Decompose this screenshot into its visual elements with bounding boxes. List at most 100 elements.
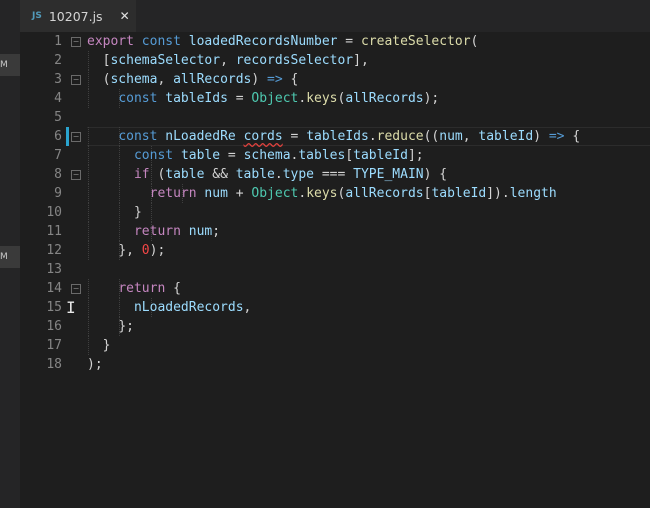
code-line[interactable]: ); — [87, 355, 103, 374]
code-token: return — [118, 281, 166, 296]
code-token: const — [133, 148, 174, 163]
code-editor[interactable]: 1 2 3 4 5 6 7 8 9 10 11 12 13 14 15 16 17 18 − − − − − export… — [20, 32, 650, 508]
line-number: 2 — [54, 53, 62, 68]
code-token: 0 — [141, 243, 150, 258]
code-token: } — [102, 338, 111, 353]
code-token: , — [462, 129, 479, 144]
javascript-file-icon: JS — [32, 11, 42, 21]
code-token: { — [282, 72, 299, 87]
code-token: Object — [251, 186, 299, 201]
code-token: tableIds — [306, 129, 369, 144]
code-token: return — [133, 224, 181, 239]
code-token: loadedRecordsNumber — [188, 34, 338, 49]
text-cursor-icon: I — [66, 298, 76, 317]
code-line[interactable]: } — [87, 336, 111, 355]
code-token: ); — [87, 357, 103, 372]
code-token: keys — [306, 91, 338, 106]
code-token: ( — [470, 34, 479, 49]
code-token: const — [118, 129, 158, 144]
code-token: nLoadedRe — [165, 129, 236, 144]
code-token: schemaSelector — [110, 53, 221, 68]
fold-toggle-icon[interactable]: − — [71, 132, 81, 142]
code-line[interactable]: const tableIds = Object.keys(allRecords)… — [87, 89, 439, 108]
fold-toggle-icon[interactable]: − — [71, 170, 81, 180]
code-line[interactable]: return num + Object.keys(allRecords[tabl… — [87, 184, 557, 203]
line-number: 9 — [54, 186, 62, 201]
code-token: TYPE_MAIN — [353, 167, 424, 182]
sidebar-fragment[interactable]: M — [0, 246, 20, 268]
code-token: ) { — [423, 167, 448, 182]
code-token: , — [157, 72, 174, 87]
code-token: tableId — [353, 148, 408, 163]
code-token: === — [314, 167, 354, 182]
code-token: } — [133, 205, 142, 220]
code-token: tableId — [431, 186, 487, 201]
code-token: num — [188, 224, 213, 239]
line-number: 13 — [46, 262, 62, 277]
code-token: , — [243, 300, 252, 315]
code-token: num — [204, 186, 228, 201]
code-line[interactable]: [schemaSelector, recordsSelector], — [87, 51, 369, 70]
line-number: 16 — [46, 319, 62, 334]
tab-bar: JS 10207.js ✕ — [20, 0, 650, 32]
line-number: 17 — [46, 338, 62, 353]
code-token: table — [180, 148, 221, 163]
tab-file[interactable]: JS 10207.js ✕ — [20, 0, 136, 32]
code-token: { — [564, 129, 581, 144]
code-line[interactable]: } — [87, 203, 142, 222]
code-token: . — [368, 129, 377, 144]
code-token: schema — [110, 72, 158, 87]
code-token: [ — [345, 148, 354, 163]
code-token: recordsSelector — [235, 53, 354, 68]
code-token: { — [165, 281, 181, 296]
code-token: cords — [243, 129, 283, 144]
code-token: }, — [118, 243, 142, 258]
code-token: + — [227, 186, 252, 201]
code-token: tables — [298, 148, 346, 163]
close-icon[interactable]: ✕ — [120, 9, 130, 23]
code-token: ], — [353, 53, 369, 68]
indent-guide — [150, 203, 152, 222]
code-line[interactable]: return { — [87, 279, 181, 298]
code-line[interactable]: const nLoadedRe cords = tableIds.reduce(… — [87, 127, 580, 146]
line-number: 12 — [46, 243, 62, 258]
code-token: const — [118, 91, 158, 106]
code-line[interactable]: const table = schema.tables[tableId]; — [87, 146, 424, 165]
fold-toggle-icon[interactable]: − — [71, 37, 81, 47]
code-line[interactable]: (schema, allRecords) => { — [87, 70, 299, 89]
code-line[interactable]: }; — [87, 317, 134, 336]
line-number: 11 — [46, 224, 62, 239]
sidebar-fragment[interactable]: M — [0, 54, 20, 76]
fold-toggle-icon[interactable]: − — [71, 284, 81, 294]
code-token: (( — [423, 129, 440, 144]
fold-toggle-icon[interactable]: − — [71, 75, 81, 85]
code-token: length — [509, 186, 557, 201]
code-token: tableIds — [165, 91, 228, 106]
code-line[interactable]: return num; — [87, 222, 220, 241]
code-token: ); — [149, 243, 166, 258]
code-line[interactable]: nLoadedRecords, — [87, 298, 251, 317]
code-token: => — [548, 129, 565, 144]
code-token: type — [282, 167, 315, 182]
code-line[interactable]: if (table && table.type === TYPE_MAIN) { — [87, 165, 447, 184]
code-token: ; — [212, 224, 221, 239]
code-line[interactable]: }, 0); — [87, 241, 165, 260]
line-number: 1 — [54, 34, 62, 49]
code-token: allRecords — [173, 72, 252, 87]
line-number: 8 — [54, 167, 62, 182]
line-number: 3 — [54, 72, 62, 87]
code-token: export — [87, 34, 134, 49]
code-token: createSelector — [360, 34, 471, 49]
code-line[interactable]: export const loadedRecordsNumber = creat… — [87, 32, 478, 51]
code-token: tableId — [478, 129, 534, 144]
line-number: 4 — [54, 91, 62, 106]
line-number: 18 — [46, 357, 62, 372]
